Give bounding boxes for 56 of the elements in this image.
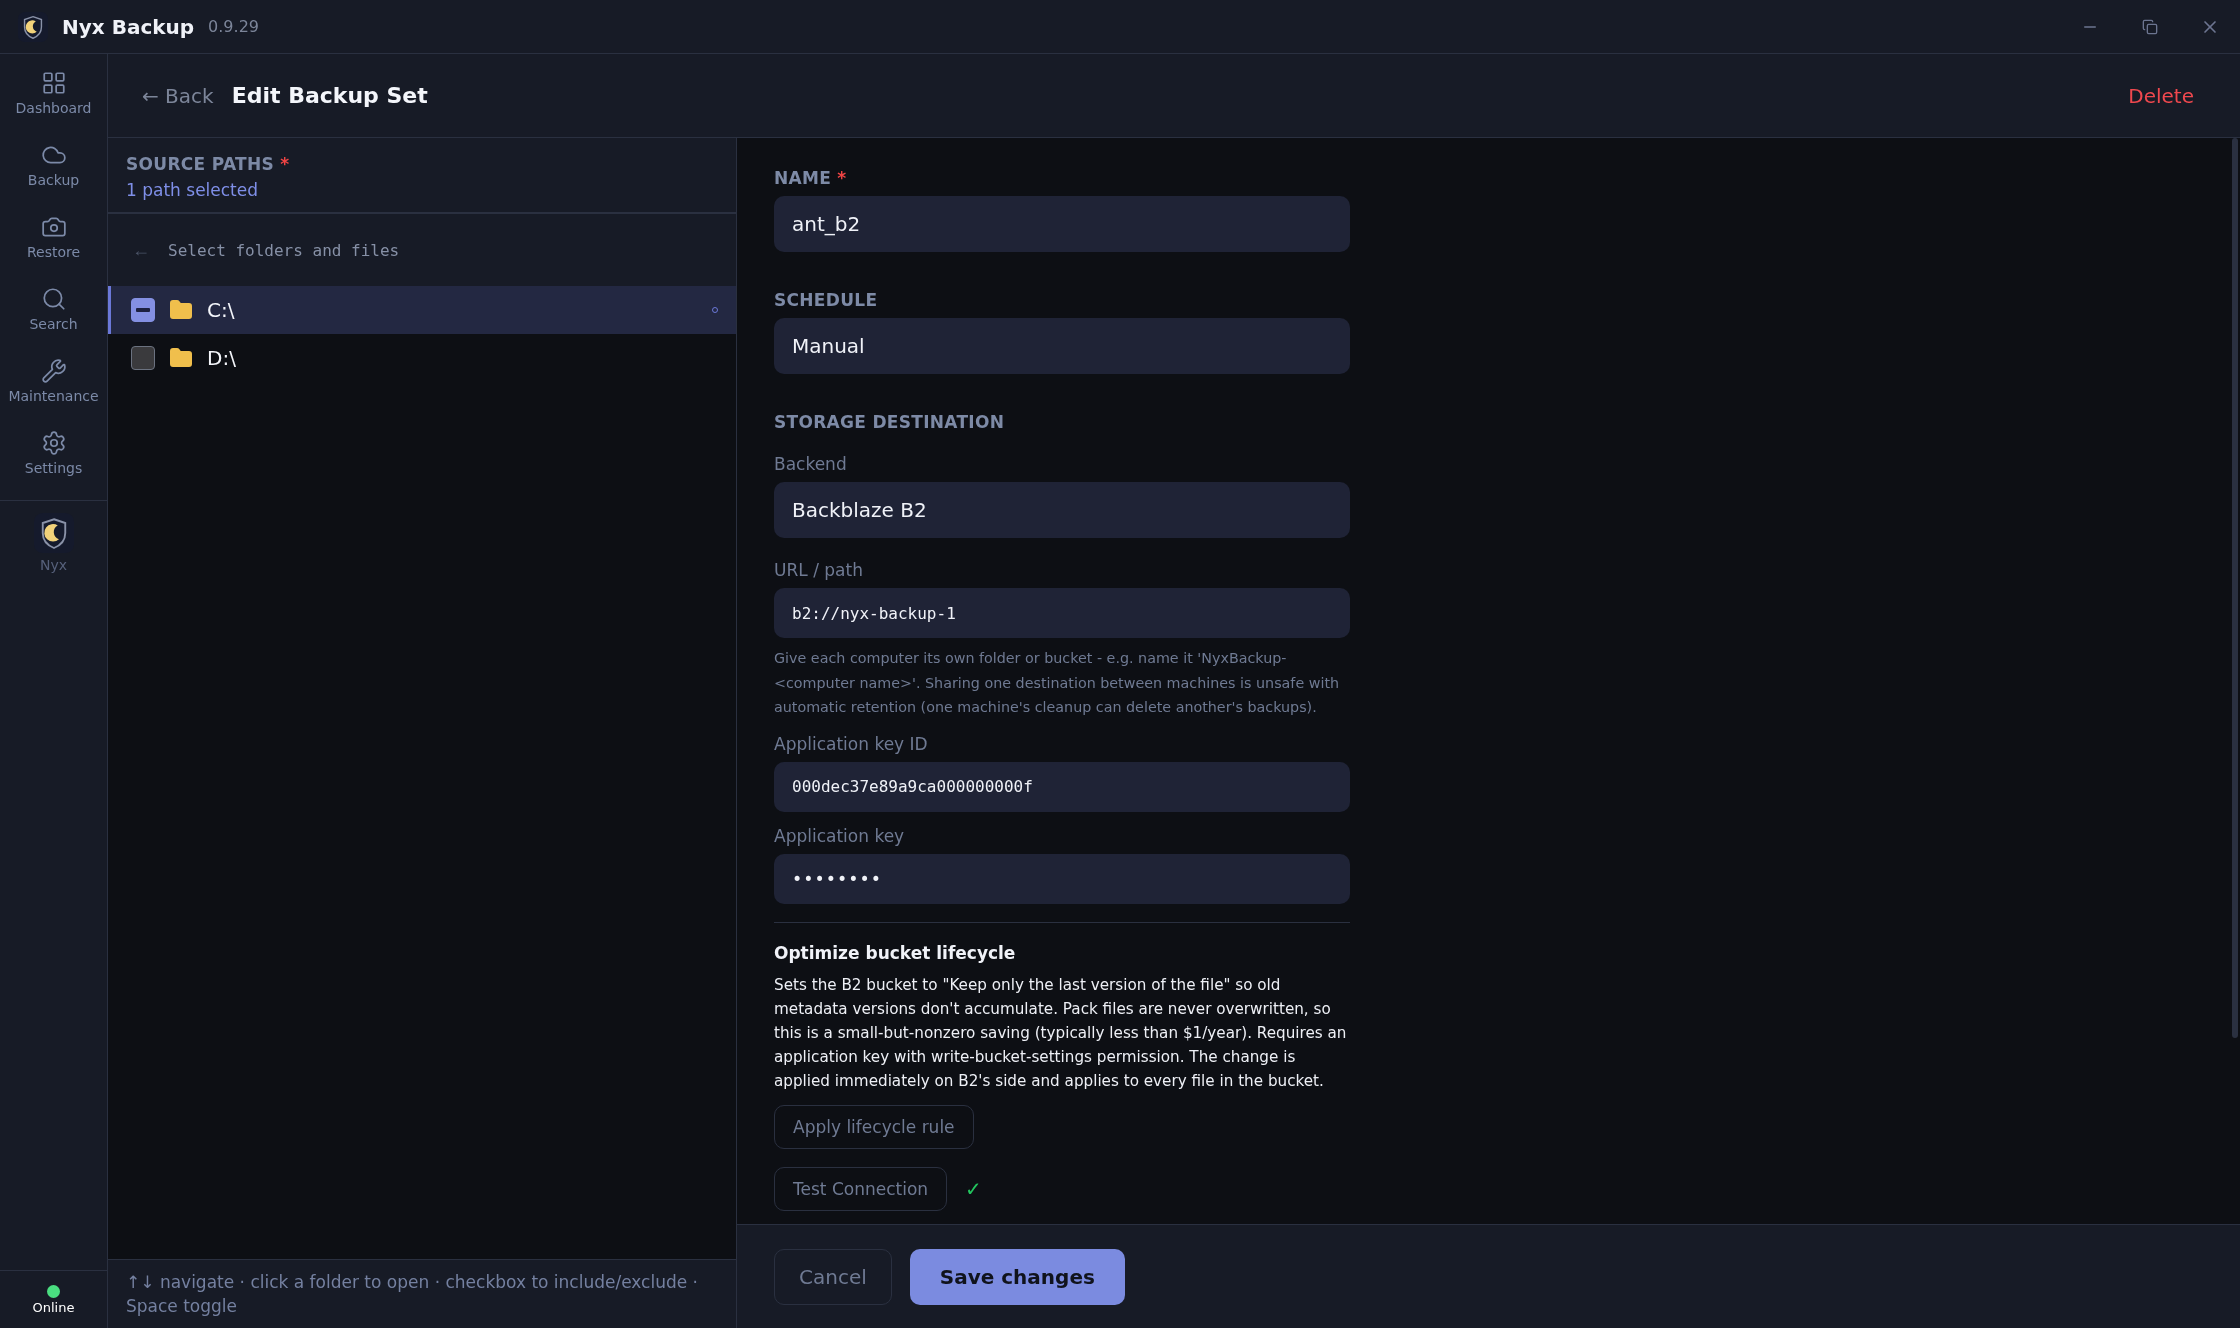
app-version: 0.9.29	[208, 17, 259, 36]
section-label: SOURCE PATHS *	[126, 154, 291, 174]
lifecycle-title: Optimize bucket lifecycle	[774, 942, 1017, 963]
delete-link[interactable]: Delete	[2128, 83, 2194, 108]
save-button[interactable]: Save changes	[909, 1248, 1125, 1305]
backend-select[interactable]: Backblaze B2	[774, 482, 1350, 538]
hint-text: Give each computer its own folder or bucket - e.g. name it 'NyxBackup-<computer name>'. Sharing one destination between machines is unsafe with automatic retention (one machine's cleanup can delete another's backups).	[774, 649, 1341, 717]
folder-icon	[169, 298, 193, 322]
lifecycle-description: Sets the B2 bucket to "Keep only the last version of the file" so old metadata versions don't accumulate. Pack files are never overwritten, so this is a small-but-nonzero saving (typically less than $1/year). Requires an application key with write-bucket-settings permission. The change is applied immediately on B2's side and applies to every file in the bucket.	[774, 974, 1348, 1092]
checkbox[interactable]	[131, 346, 155, 370]
folder-row[interactable]: C:\	[108, 286, 736, 334]
minus-icon	[136, 308, 150, 312]
name-field[interactable]: ant_b2	[774, 196, 1350, 252]
field-label: Application key	[774, 825, 906, 846]
sidebar-item[interactable]: Settings	[0, 424, 107, 496]
input-field[interactable]: ••••••••	[774, 853, 1350, 904]
sidebar-item[interactable]: Dashboard	[0, 64, 107, 136]
wrench-icon	[40, 358, 67, 384]
browser-title: Select folders and files	[168, 240, 400, 260]
scrollbar[interactable]	[2232, 138, 2238, 1038]
sidebar-item[interactable]: Restore	[0, 208, 107, 280]
app-title: Nyx Backup	[62, 14, 195, 39]
search-icon	[40, 286, 67, 312]
test-button[interactable]: Test Connection	[774, 1166, 948, 1211]
grid-icon	[40, 70, 67, 96]
camera-icon	[40, 214, 67, 240]
selection-summary: 1 path selected	[126, 180, 260, 200]
sidebar-item[interactable]: Search	[0, 280, 107, 352]
field-label: URL / path	[774, 560, 864, 580]
input-field[interactable]: b2://nyx-backup-1	[774, 588, 1350, 638]
apply-button[interactable]: Apply lifecycle rule	[774, 1104, 974, 1149]
field-label: NAME *	[774, 168, 848, 188]
help-text: ↑↓ navigate · click a folder to open · checkbox to include/exclude · Space toggle	[108, 1259, 736, 1328]
schedule-select[interactable]: Manual	[774, 318, 1350, 374]
moon-shield-icon	[18, 11, 48, 42]
folder-name: C:\	[207, 298, 235, 322]
sidebar-item[interactable]: Backup	[0, 136, 107, 208]
page-title: Edit Backup Set	[231, 83, 428, 108]
success-check: ✓	[965, 1176, 982, 1201]
field-label: Backend	[774, 454, 848, 474]
sidebar-item[interactable]: Maintenance	[0, 352, 107, 424]
restore-icon[interactable]	[2142, 18, 2158, 35]
settings-icon	[40, 430, 67, 456]
cancel-button[interactable]: Cancel	[774, 1248, 892, 1305]
folder-name: D:\	[207, 346, 236, 370]
back-link[interactable]: ← Back	[142, 83, 214, 108]
section-label: STORAGE DESTINATION	[774, 412, 1006, 432]
status-label: Online	[32, 1299, 75, 1315]
moon-shield-icon	[33, 513, 74, 553]
folder-icon	[169, 346, 193, 370]
field-label: SCHEDULE	[774, 290, 879, 310]
folder-row[interactable]: D:\	[108, 334, 736, 382]
input-field[interactable]: 000dec37e89a9ca000000000f	[774, 761, 1350, 812]
field-label: Application key ID	[774, 733, 929, 754]
checkbox[interactable]	[131, 298, 155, 322]
brand-label: Nyx	[39, 557, 67, 573]
